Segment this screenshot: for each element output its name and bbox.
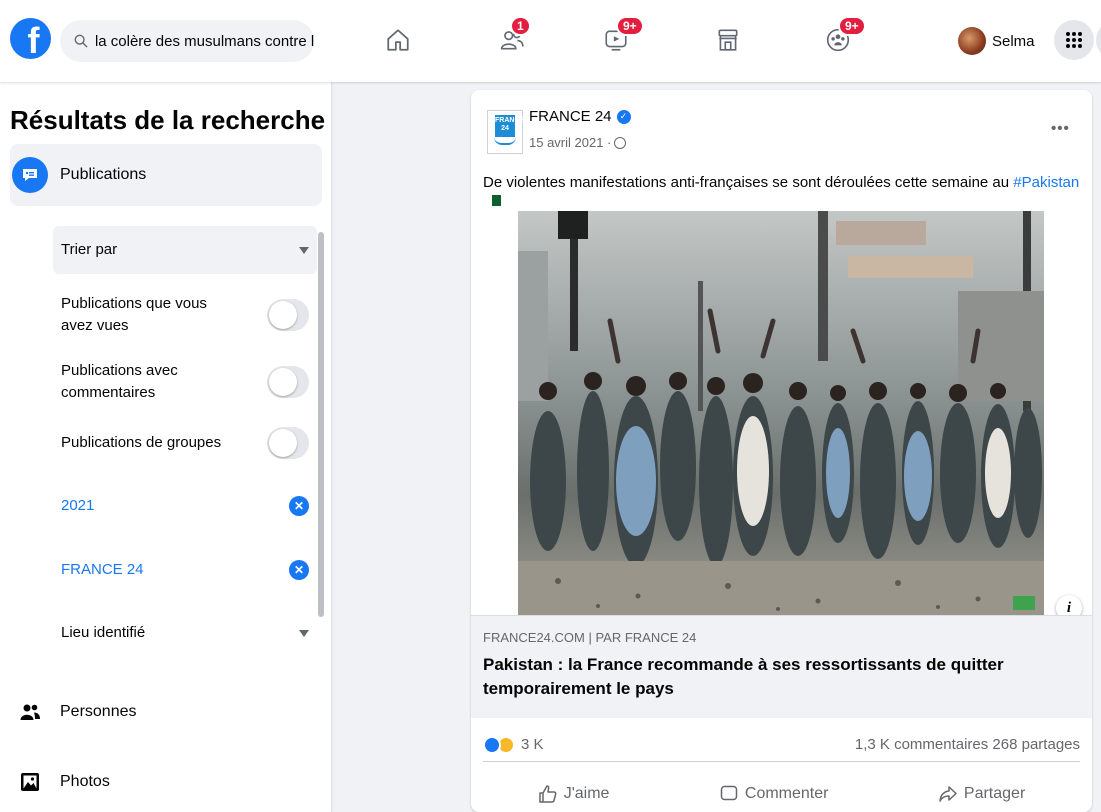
filter-group-posts-label: Publications de groupes [61, 434, 222, 451]
top-navigation-bar: f 1 9+ [0, 0, 1101, 82]
france24-logo: FRANCE 24 [495, 115, 524, 137]
filter-with-comments-label: Publications avec commentaires [61, 362, 178, 401]
nav-watch[interactable]: 9+ [598, 16, 644, 58]
sidebar-scrollbar[interactable] [318, 232, 324, 617]
filter-tagged-location[interactable]: Lieu identifié [53, 619, 317, 647]
filter-tagged-location-label: Lieu identifié [61, 624, 146, 641]
comment-icon [720, 785, 738, 801]
search-box[interactable] [60, 20, 314, 62]
with-comments-toggle[interactable] [267, 366, 309, 398]
logo-wave [494, 137, 516, 145]
nav-marketplace[interactable] [710, 22, 746, 58]
like-reaction-icon [483, 735, 501, 754]
chevron-down-icon [299, 246, 309, 254]
link-title: Pakistan : la France recommande à ses re… [483, 655, 1004, 698]
post-text-body: De violentes manifestations anti-françai… [483, 174, 1014, 191]
share-button[interactable]: Partager [938, 784, 1025, 804]
page-name-link[interactable]: FRANCE 24 ✓ [529, 108, 631, 125]
reactions-summary: 3 K 1,3 K commentaires 268 partages [483, 728, 1080, 762]
sidebar-item-label: Personnes [60, 703, 137, 720]
comments-shares-count[interactable]: 1,3 K commentaires 268 partages [855, 736, 1080, 753]
filter-year-label: 2021 [61, 497, 95, 514]
filter-source-label: FRANCE 24 [61, 561, 144, 578]
friends-badge: 1 [510, 16, 531, 36]
sidebar-item-photos[interactable]: Photos [10, 760, 322, 804]
home-icon [387, 29, 409, 51]
like-icon [538, 785, 557, 803]
menu-button[interactable] [1054, 20, 1094, 60]
publications-icon [12, 157, 48, 193]
nav-home[interactable] [380, 22, 416, 58]
sidebar-item-label: Publications [60, 166, 147, 183]
photos-icon [12, 764, 48, 800]
group-posts-toggle[interactable] [267, 427, 309, 459]
marketplace-icon [718, 29, 738, 51]
search-icon [74, 34, 88, 48]
profile-chip[interactable]: Selma [958, 22, 1043, 60]
nav-groups[interactable]: 9+ [820, 16, 866, 58]
sort-by-dropdown[interactable]: Trier par [53, 226, 317, 274]
profile-name: Selma [992, 32, 1035, 50]
comment-label: Commenter [744, 785, 829, 802]
messenger-button[interactable] [1096, 20, 1101, 60]
people-icon [12, 694, 48, 730]
flag-icon [489, 194, 501, 206]
watch-badge: 9+ [616, 16, 644, 36]
facebook-logo-icon[interactable]: f [10, 18, 51, 59]
filter-year[interactable]: 2021 ✕ [53, 492, 317, 520]
reactions-count-button[interactable]: 3 K [483, 735, 544, 754]
comment-button[interactable]: Commenter [719, 784, 829, 804]
search-sidebar: Résultats de la recherche Publications T… [0, 82, 331, 812]
post-image-container[interactable]: i [471, 211, 1092, 621]
clear-source-icon[interactable]: ✕ [289, 560, 309, 580]
filter-seen-posts: Publications que vous avez vues [53, 290, 317, 340]
globe-icon [614, 136, 627, 149]
page-title: Résultats de la recherche [10, 105, 326, 135]
nav-friends[interactable]: 1 [494, 16, 531, 58]
chevron-down-icon [299, 629, 309, 637]
post-actions: J'aime Commenter Partager [483, 784, 1080, 804]
filter-seen-posts-label: Publications que vous avez vues [61, 295, 207, 334]
more-options-button[interactable]: ••• [1051, 120, 1070, 137]
sort-by-label: Trier par [61, 241, 118, 258]
more-icon: ••• [1051, 120, 1070, 137]
page-avatar[interactable]: FRANCE 24 [487, 110, 524, 154]
share-icon [939, 786, 957, 802]
reaction-count: 3 K [521, 736, 544, 753]
filter-with-comments: Publications avec commentaires [53, 357, 317, 407]
post-text: De violentes manifestations anti-françai… [483, 174, 1092, 208]
avatar [958, 27, 986, 55]
sidebar-item-label: Photos [60, 773, 110, 790]
filter-group-posts: Publications de groupes [53, 425, 317, 461]
page-name: FRANCE 24 [529, 108, 612, 125]
like-label: J'aime [563, 785, 610, 802]
groups-badge: 9+ [838, 16, 866, 36]
share-label: Partager [963, 785, 1026, 802]
clear-year-icon[interactable]: ✕ [289, 496, 309, 516]
post-timestamp[interactable]: 15 avril 2021 · [529, 135, 627, 150]
post-card: FRANCE 24 FRANCE 24 ✓ 15 avril 2021 · ••… [471, 90, 1092, 812]
search-input[interactable] [94, 32, 314, 50]
like-button[interactable]: J'aime [538, 784, 610, 804]
post-image[interactable] [518, 211, 1044, 615]
filter-source[interactable]: FRANCE 24 ✕ [53, 556, 317, 584]
sidebar-item-people[interactable]: Personnes [10, 690, 322, 734]
link-preview[interactable]: FRANCE24.COM | PAR FRANCE 24 Pakistan : … [471, 615, 1092, 718]
seen-posts-toggle[interactable] [267, 299, 309, 331]
link-domain: FRANCE24.COM | PAR FRANCE 24 [483, 630, 697, 645]
menu-grid-icon [1066, 32, 1082, 48]
hashtag-link[interactable]: #Pakistan [1013, 174, 1079, 191]
verified-icon: ✓ [616, 109, 631, 124]
post-date: 15 avril 2021 · [529, 135, 612, 150]
sidebar-item-publications[interactable]: Publications [10, 144, 322, 206]
